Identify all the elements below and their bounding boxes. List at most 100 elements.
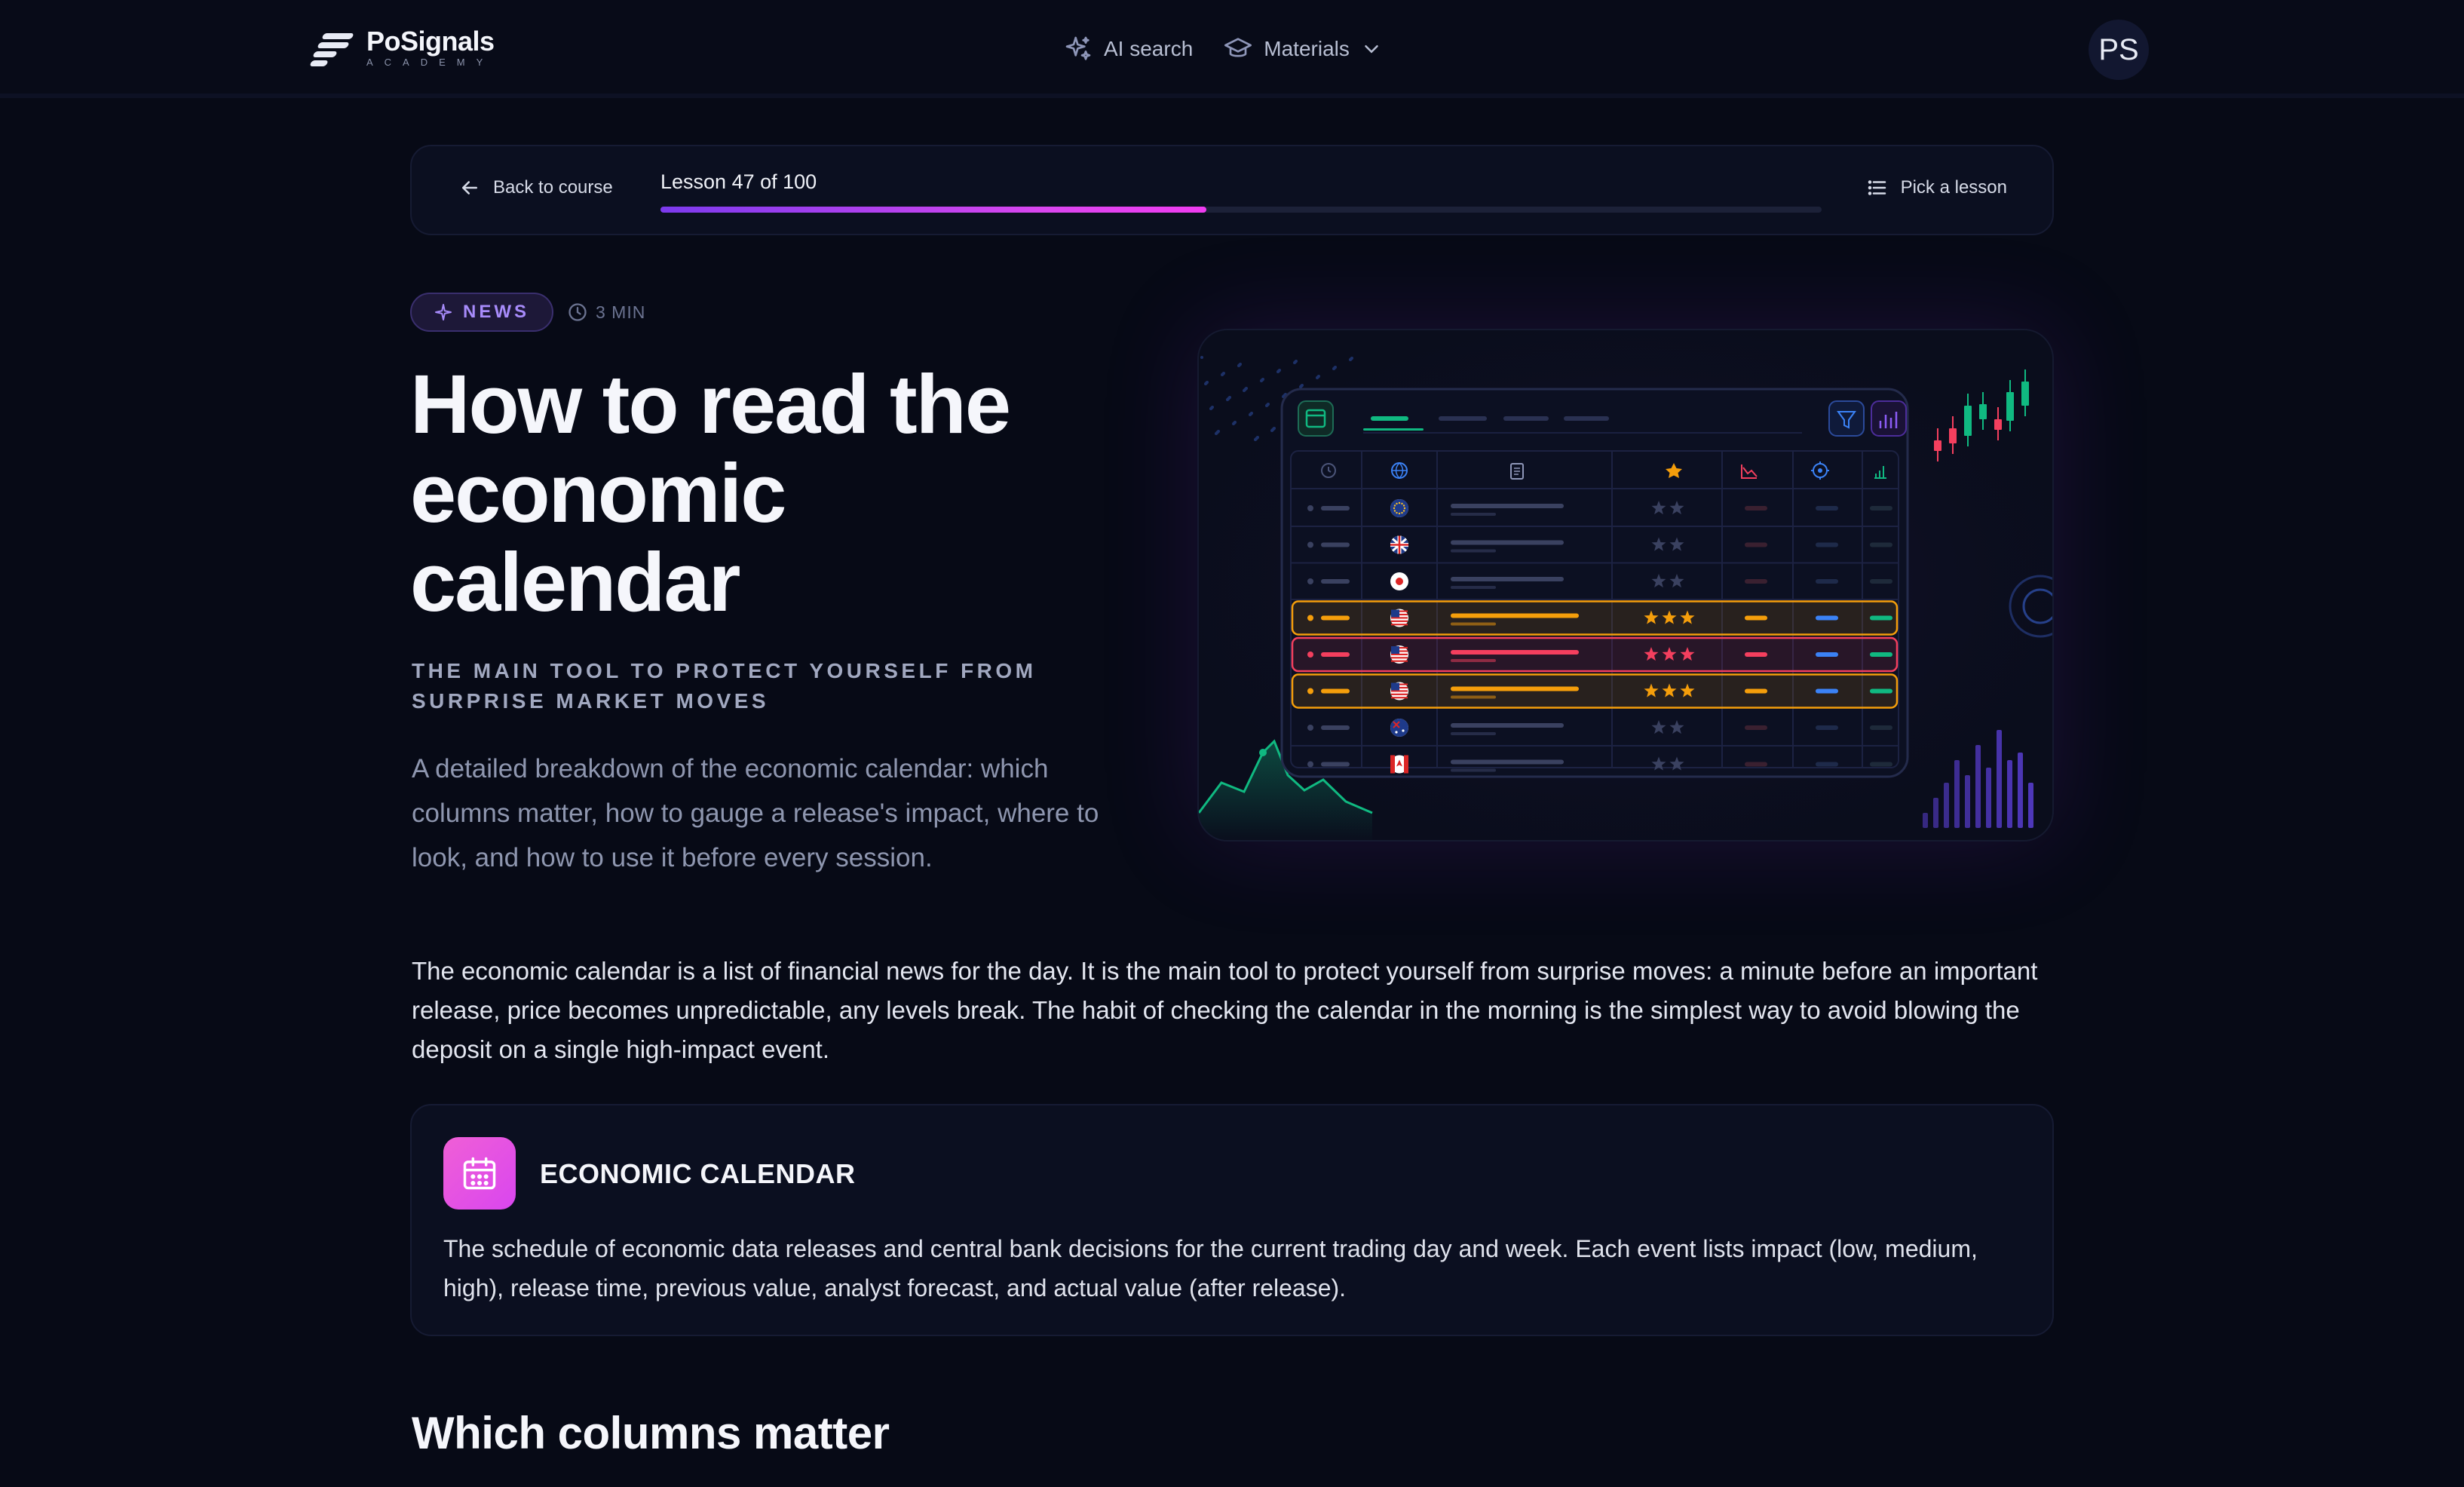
row-forecast	[1816, 762, 1838, 767]
card-text: The schedule of economic data releases a…	[443, 1235, 1978, 1302]
row-event-name	[1451, 686, 1579, 691]
ai-search-link[interactable]: AI search	[1063, 34, 1193, 64]
row-event-sub	[1451, 695, 1496, 699]
map-dot	[1237, 364, 1240, 367]
row-forecast	[1816, 725, 1838, 730]
materials-dropdown[interactable]: Materials	[1223, 34, 1383, 64]
map-dot	[1221, 373, 1224, 376]
row-status-dot	[1307, 578, 1313, 584]
candle-body	[1994, 419, 2002, 430]
row-time	[1321, 762, 1350, 767]
row-forecast	[1816, 506, 1838, 510]
progress-track	[660, 207, 1822, 213]
volume-bar	[1965, 775, 1970, 828]
volume-bar	[2028, 783, 2033, 828]
sparkle-icon	[1065, 36, 1091, 60]
read-time: 3 MIN	[567, 302, 645, 323]
row-time	[1321, 506, 1350, 510]
category-tag[interactable]: NEWS	[410, 293, 553, 332]
map-dot	[1232, 422, 1235, 425]
row-event-name	[1451, 613, 1579, 618]
filter-icon	[1828, 400, 1865, 437]
map-dot	[1226, 398, 1229, 401]
row-time	[1321, 688, 1350, 694]
map-dot	[1316, 376, 1319, 379]
row-actual	[1745, 725, 1767, 730]
row-status-dot	[1307, 761, 1313, 768]
page-subtitle: THE MAIN TOOL TO PROTECT YOURSELF FROM S…	[412, 659, 1037, 713]
map-dot	[1200, 356, 1203, 359]
back-to-course-button[interactable]: Back to course	[458, 176, 613, 199]
row-previous	[1870, 615, 1892, 621]
row-status-dot	[1307, 725, 1313, 731]
row-highlight	[1291, 600, 1899, 636]
logo-name: PoSignals	[366, 26, 495, 57]
row-forecast	[1816, 579, 1838, 584]
map-dot	[1265, 404, 1268, 407]
volume-bar	[1944, 783, 1949, 828]
row-event-sub	[1451, 513, 1496, 516]
main-nav: AI search Materials	[1063, 30, 1383, 68]
row-event-name	[1451, 504, 1564, 508]
calendar-row	[1291, 636, 1899, 673]
logo-subtitle: ACADEMY	[366, 57, 495, 68]
map-dot	[1270, 429, 1273, 432]
volume-bar	[1954, 760, 1960, 828]
map-dot	[1293, 361, 1296, 364]
row-forecast	[1816, 542, 1838, 547]
back-to-course-label: Back to course	[493, 177, 613, 198]
list-icon	[1868, 180, 1886, 195]
map-dot	[1332, 367, 1335, 370]
page-title: How to read the economic calendar	[410, 358, 1011, 629]
materials-label: Materials	[1264, 37, 1350, 60]
candle-body	[1964, 406, 1972, 436]
row-actual	[1745, 762, 1767, 767]
map-dot	[1204, 382, 1207, 385]
volume-bar	[1933, 798, 1938, 828]
read-time-label: 3 MIN	[596, 302, 646, 322]
row-previous	[1870, 579, 1892, 584]
row-status-dot	[1307, 541, 1313, 548]
volume-bar	[1975, 745, 1981, 828]
map-dot	[1209, 407, 1212, 410]
volume-bar	[2018, 753, 2023, 828]
candle-body	[2021, 382, 2029, 406]
card-title: ECONOMIC CALENDAR	[540, 1158, 856, 1189]
row-time	[1321, 579, 1350, 584]
definition-card: ECONOMIC CALENDAR The schedule of econom…	[410, 1104, 2054, 1336]
user-avatar[interactable]: PS	[2089, 20, 2149, 80]
volume-bar	[1986, 768, 1991, 828]
row-event-name	[1451, 577, 1564, 581]
map-dot	[1260, 379, 1263, 382]
row-time	[1321, 652, 1350, 657]
intro-paragraph: The economic calendar is a list of finan…	[412, 957, 2038, 1063]
top-navigation-bar: PoSignals ACADEMY AI search Materials PS	[0, 0, 2464, 98]
row-actual	[1745, 652, 1767, 657]
row-time	[1321, 725, 1350, 730]
pick-a-lesson-button[interactable]: Pick a lesson	[1866, 176, 2007, 199]
calendar-illustration-svg	[1199, 330, 2052, 840]
row-event-sub	[1451, 768, 1496, 772]
calendar-row	[1291, 600, 1899, 636]
volume-bar	[1997, 730, 2002, 828]
row-previous	[1870, 542, 1892, 547]
row-event-sub	[1451, 586, 1496, 589]
row-event-sub	[1451, 732, 1496, 735]
row-actual	[1745, 579, 1767, 584]
row-actual	[1745, 615, 1767, 621]
row-highlight	[1291, 636, 1899, 673]
bar-chart-icon	[1871, 400, 1907, 437]
map-dot	[1276, 370, 1280, 373]
section-heading: Which columns matter	[412, 1408, 890, 1458]
category-tag-label: NEWS	[463, 302, 529, 322]
row-actual	[1745, 542, 1767, 547]
row-status-dot	[1307, 505, 1313, 511]
row-previous	[1870, 725, 1892, 730]
row-highlight	[1291, 673, 1899, 709]
calendar-row	[1291, 673, 1899, 709]
logo[interactable]: PoSignals ACADEMY	[309, 26, 495, 71]
volume-bar	[2007, 760, 2012, 828]
lesson-summary: A detailed breakdown of the economic cal…	[412, 754, 1099, 872]
candle-body	[1949, 428, 1957, 443]
chevron-down-icon	[1365, 45, 1378, 54]
